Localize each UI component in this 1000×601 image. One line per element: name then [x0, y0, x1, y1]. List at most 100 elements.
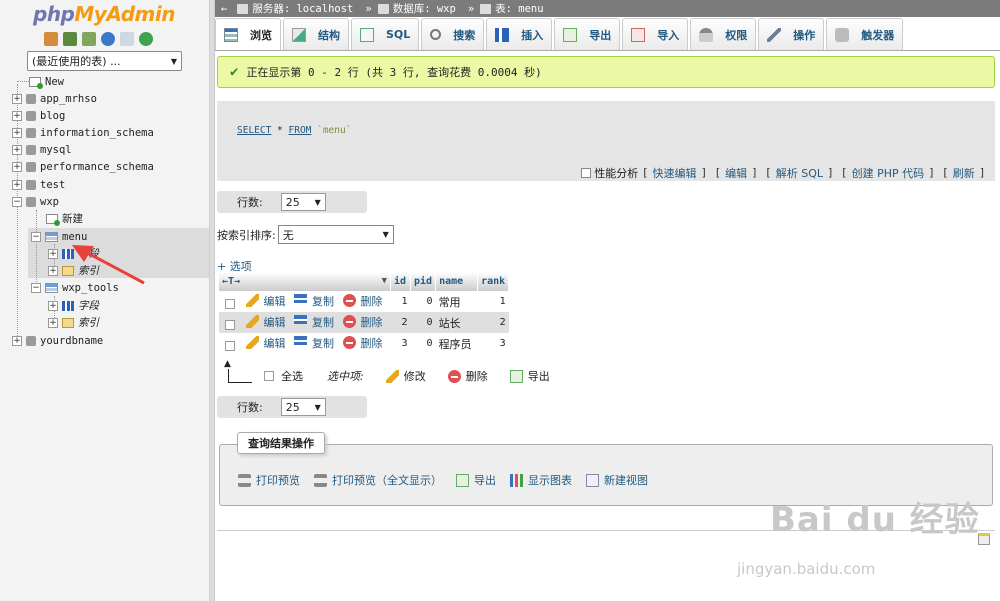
tab-insert[interactable]: 插入	[486, 18, 553, 50]
create-php-link[interactable]: 创建 PHP 代码	[852, 165, 925, 181]
tree-item-wxp[interactable]: − wxp	[12, 193, 59, 210]
cell-rank[interactable]: 1	[477, 291, 509, 312]
tab-privileges[interactable]: 权限	[690, 18, 757, 50]
back-arrow-icon[interactable]: ←	[221, 3, 227, 15]
cell-name[interactable]: 站长	[435, 312, 478, 333]
expand-icon[interactable]: +	[12, 161, 22, 172]
column-arrows-header[interactable]: ←T→ ▼	[219, 272, 391, 291]
expand-icon[interactable]: +	[48, 248, 58, 259]
bulk-edit-button[interactable]: 修改	[385, 368, 426, 384]
cell-pid[interactable]: 0	[410, 312, 436, 333]
tab-search[interactable]: 搜索	[421, 18, 485, 50]
cell-id[interactable]: 3	[390, 333, 411, 354]
expand-icon[interactable]: +	[12, 110, 22, 121]
rows-per-page-select[interactable]: 25 ▼	[280, 398, 326, 416]
expand-icon[interactable]: +	[12, 335, 22, 346]
expand-icon[interactable]: +	[48, 300, 58, 311]
tree-item-test[interactable]: + test	[12, 176, 65, 193]
print-view-link[interactable]: 打印预览	[238, 472, 300, 488]
breadcrumb-server[interactable]: 服务器: localhost	[237, 1, 353, 16]
expand-icon[interactable]: +	[48, 265, 58, 276]
tree-item-new[interactable]: New	[17, 73, 64, 90]
page-icon[interactable]	[978, 533, 990, 545]
header-pid[interactable]: pid	[410, 272, 437, 291]
docs-icon[interactable]	[120, 32, 134, 46]
copy-row-button[interactable]: 复制	[294, 314, 334, 330]
tab-export[interactable]: 导出	[554, 18, 621, 50]
delete-row-button[interactable]: 删除	[342, 293, 383, 309]
sql-query-text[interactable]: SELECT * FROM `menu`	[237, 125, 351, 136]
delete-row-button[interactable]: 删除	[342, 314, 383, 330]
rows-per-page-select[interactable]: 25 ▼	[280, 193, 326, 211]
row-checkbox[interactable]	[225, 299, 235, 310]
tab-triggers[interactable]: 触发器	[826, 18, 904, 50]
expand-icon[interactable]: +	[48, 317, 58, 328]
recent-tables-select[interactable]: (最近使用的表) ... ▼	[27, 51, 182, 71]
tab-sql[interactable]: SQL	[351, 18, 420, 50]
tree-item-wxp-tools-columns[interactable]: + 字段	[48, 297, 99, 314]
refresh-link[interactable]: 刷新	[953, 165, 975, 181]
edit-row-button[interactable]: 编辑	[245, 293, 286, 309]
cell-id[interactable]: 1	[390, 291, 411, 312]
edit-row-button[interactable]: 编辑	[245, 314, 286, 330]
tab-operations[interactable]: 操作	[758, 18, 825, 50]
bulk-export-button[interactable]: 导出	[509, 368, 550, 384]
expand-icon[interactable]: +	[12, 179, 22, 190]
copy-row-button[interactable]: 复制	[294, 293, 334, 309]
breadcrumb-table[interactable]: 表: menu	[480, 1, 544, 16]
cell-pid[interactable]: 0	[410, 333, 436, 354]
cell-id[interactable]: 2	[390, 312, 411, 333]
cell-name[interactable]: 程序员	[435, 333, 478, 354]
tree-item-yourdbname[interactable]: + yourdbname	[12, 332, 103, 349]
select-all-label[interactable]: 全选	[281, 368, 303, 384]
reload-icon[interactable]	[139, 32, 153, 46]
phpmyadmin-logo[interactable]: phpMyAdmin	[33, 2, 175, 26]
delete-row-button[interactable]: 删除	[342, 335, 383, 351]
collapse-icon[interactable]: −	[31, 282, 41, 293]
edit-link[interactable]: 编辑	[725, 165, 747, 181]
collapse-icon[interactable]: −	[31, 231, 41, 242]
copy-row-button[interactable]: 复制	[294, 335, 334, 351]
header-id[interactable]: id	[390, 272, 411, 291]
tree-item-performance-schema[interactable]: + performance_schema	[12, 158, 154, 175]
cell-name[interactable]: 常用	[435, 291, 478, 312]
inline-edit-link[interactable]: 快速编辑	[653, 165, 697, 181]
header-rank[interactable]: rank	[477, 272, 510, 291]
sort-by-index-select[interactable]: 无 ▼	[277, 225, 394, 244]
cell-pid[interactable]: 0	[410, 291, 436, 312]
select-all-checkbox[interactable]	[264, 371, 274, 381]
expand-icon[interactable]: +	[12, 144, 22, 155]
tree-item-app-mrhso[interactable]: + app_mrhso	[12, 90, 97, 107]
tab-structure[interactable]: 结构	[283, 18, 349, 50]
create-view-link[interactable]: 新建视图	[586, 472, 648, 488]
edit-row-button[interactable]: 编辑	[245, 335, 286, 351]
expand-icon[interactable]: +	[12, 127, 22, 138]
export-link[interactable]: 导出	[456, 472, 496, 488]
breadcrumb-database[interactable]: 数据库: wxp	[377, 1, 456, 16]
explain-sql-link[interactable]: 解析 SQL	[776, 165, 823, 181]
copy-icon	[294, 336, 307, 350]
query-window-icon[interactable]	[82, 32, 96, 46]
nav-resizer[interactable]	[210, 0, 215, 601]
tree-item-blog[interactable]: + blog	[12, 107, 65, 124]
print-view-full-link[interactable]: 打印预览（全文显示）	[314, 472, 442, 488]
tab-import[interactable]: 导入	[622, 18, 689, 50]
profiling-checkbox[interactable]	[581, 167, 592, 178]
home-icon[interactable]	[44, 32, 58, 46]
row-checkbox[interactable]	[225, 320, 235, 331]
help-icon[interactable]	[101, 32, 115, 46]
tree-item-information-schema[interactable]: + information_schema	[12, 124, 154, 141]
tree-item-new-table[interactable]: 新建	[46, 210, 83, 227]
exit-icon[interactable]	[63, 32, 77, 46]
collapse-icon[interactable]: −	[12, 196, 22, 207]
bulk-delete-button[interactable]: 删除	[447, 368, 488, 384]
cell-rank[interactable]: 3	[477, 333, 509, 354]
display-chart-link[interactable]: 显示图表	[510, 472, 572, 488]
row-checkbox[interactable]	[225, 341, 235, 352]
tree-item-wxp-tools-indexes[interactable]: + 索引	[48, 314, 99, 331]
header-name[interactable]: name	[435, 272, 479, 291]
tree-item-mysql[interactable]: + mysql	[12, 141, 72, 158]
cell-rank[interactable]: 2	[477, 312, 509, 333]
expand-icon[interactable]: +	[12, 93, 22, 104]
tab-browse[interactable]: 浏览	[215, 18, 281, 50]
